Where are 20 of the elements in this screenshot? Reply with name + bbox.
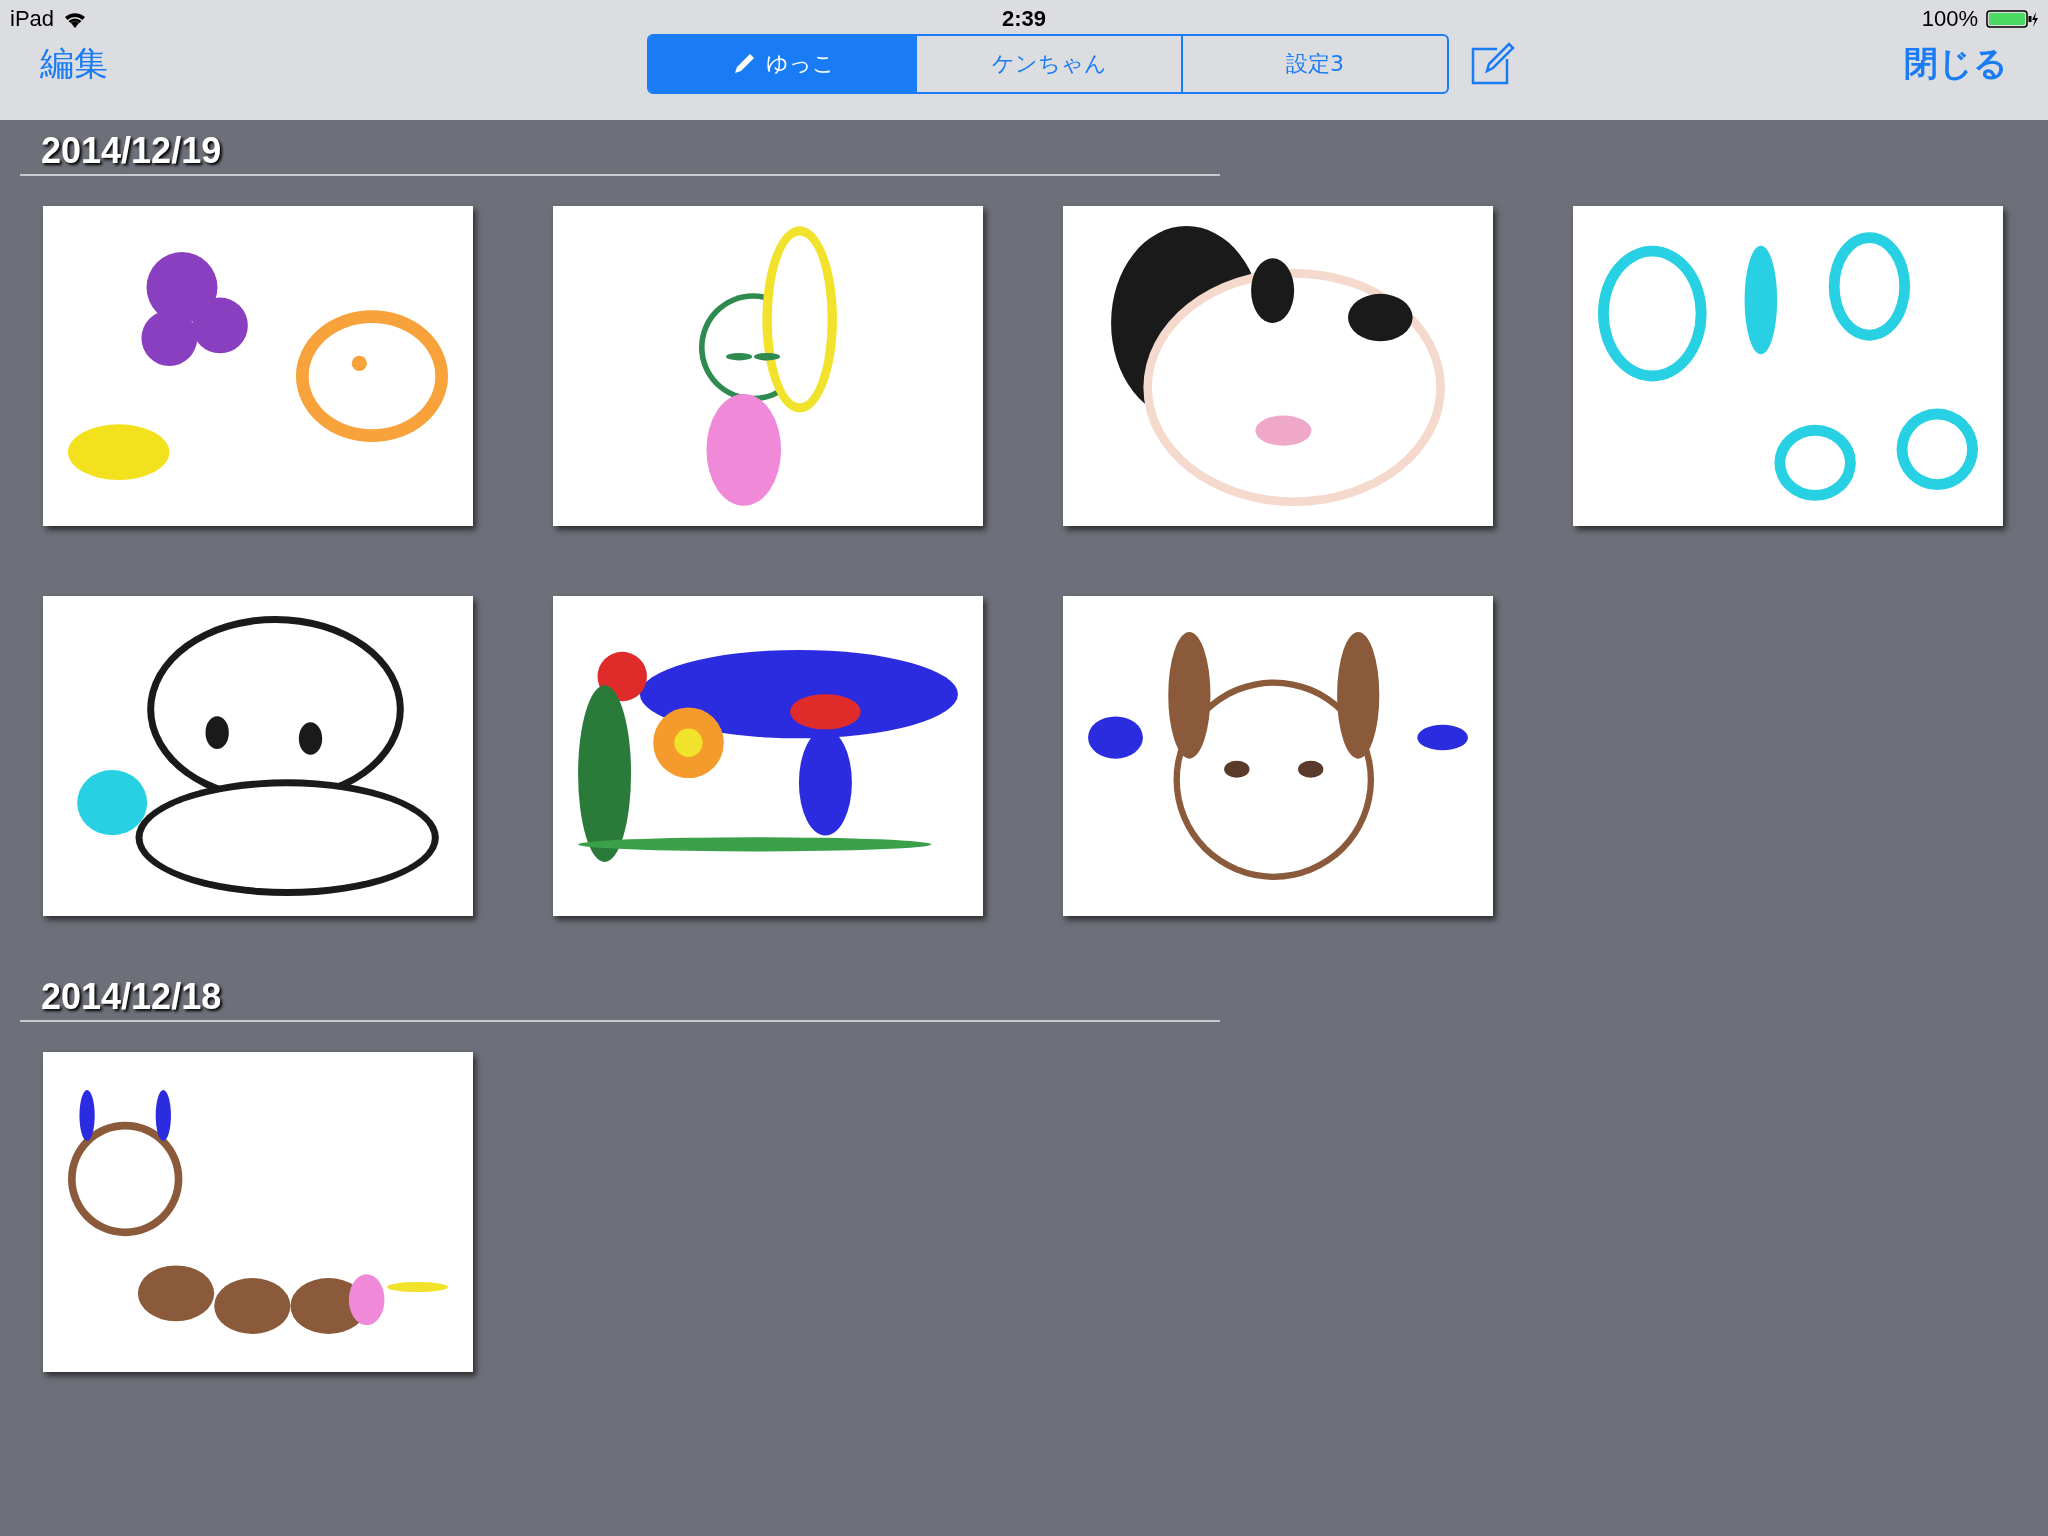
section-date: 2014/12/19 [40,130,223,172]
thumbnail-card[interactable] [43,596,473,916]
battery-percentage: 100% [1921,6,1978,32]
edit-button[interactable]: 編集 [40,37,108,91]
thumbnail-card[interactable] [553,206,983,526]
device-name: iPad [10,6,55,32]
thumbnail-card[interactable] [1063,596,1493,916]
battery-icon [1986,9,2038,29]
thumbnail-card[interactable] [553,596,983,916]
thumbnail-card[interactable] [1063,206,1493,526]
thumbnail-card[interactable] [1573,206,2003,526]
user-tab[interactable]: ケンちゃん [915,36,1181,92]
user-tab[interactable]: ゆっこ [649,36,915,92]
compose-icon[interactable] [1469,41,1515,87]
close-button[interactable]: 閉じる [1904,37,2008,91]
thumbnail-card[interactable] [43,206,473,526]
section-date: 2014/12/18 [40,976,223,1018]
clock-time: 2:39 [1002,6,1046,32]
thumbnail-card[interactable] [43,1052,473,1372]
user-tab[interactable]: 設定3 [1181,36,1447,92]
